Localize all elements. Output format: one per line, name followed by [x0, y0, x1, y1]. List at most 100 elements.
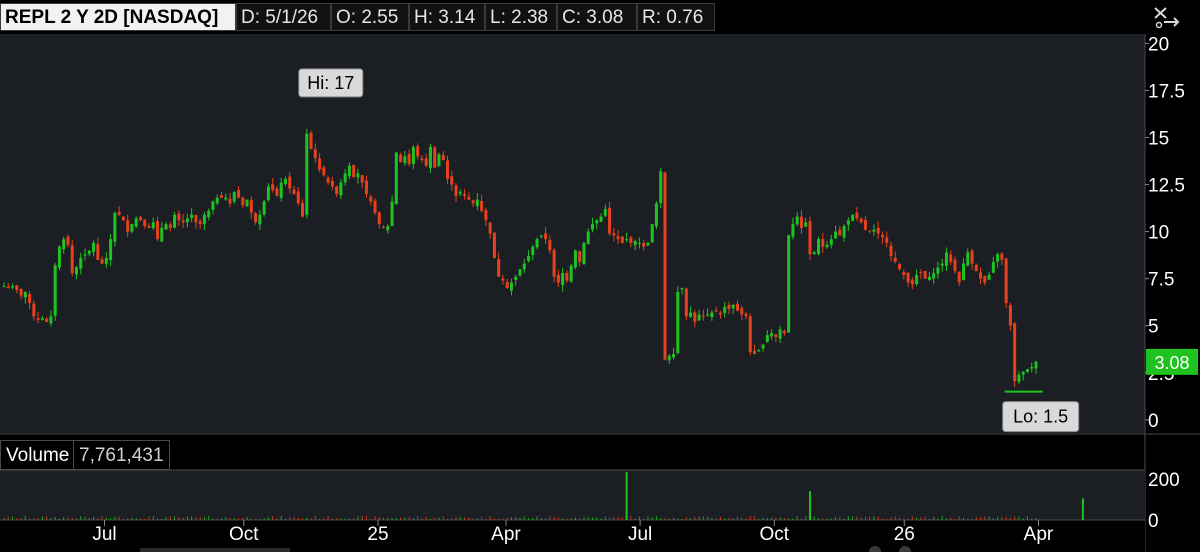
candle-body [32, 303, 36, 317]
volume-bar [788, 518, 790, 520]
candle-body [79, 257, 83, 269]
candle-body [147, 226, 151, 228]
volume-bar [545, 518, 547, 520]
candle-body [501, 278, 505, 281]
candle-body [561, 273, 565, 286]
horizontal-scrollbar[interactable] [140, 548, 290, 552]
time-tick-label: Oct [759, 524, 789, 545]
volume-bar [681, 518, 683, 520]
candle-body [637, 242, 641, 244]
candle-body [996, 254, 1000, 262]
price-chart[interactable]: 2017.51512.5107.552.50 JulOct25AprJulOct… [0, 0, 1200, 552]
volume-bar [954, 518, 956, 520]
high-callout-label: Hi: 17 [307, 73, 354, 93]
candle-body [92, 242, 96, 253]
volume-bar [783, 518, 785, 520]
candle-body [642, 243, 646, 247]
volume-bar [660, 517, 662, 520]
volume-bar [216, 518, 218, 520]
volume-bar [826, 518, 828, 520]
volume-bar [67, 517, 69, 520]
candle-body [254, 213, 258, 223]
volume-bar [609, 517, 611, 520]
volume-bar [50, 518, 52, 520]
candle-body [416, 146, 420, 157]
volume-bar [203, 516, 205, 520]
candle-body [936, 267, 940, 274]
volume-bar [122, 518, 124, 520]
candle-body [143, 219, 147, 226]
price-tick-label: 10 [1148, 223, 1169, 244]
candle-body [488, 222, 492, 234]
volume-bar [383, 518, 385, 520]
candle-body [386, 225, 390, 231]
volume-bar [528, 518, 530, 520]
candle-body [467, 196, 471, 200]
candle-body [87, 250, 91, 254]
volume-bar [621, 517, 623, 520]
candle-body [957, 271, 961, 283]
volume-bar [276, 518, 278, 520]
volume-bar [178, 516, 180, 520]
candle-body [923, 271, 927, 279]
price-tick-label: 20 [1148, 34, 1169, 55]
volume-bar [766, 518, 768, 520]
volume-bar [873, 516, 875, 520]
volume-bar [493, 518, 495, 520]
volume-bar [242, 517, 244, 520]
volume-bar [894, 516, 896, 520]
candle-body [497, 259, 501, 277]
volume-bar [975, 516, 977, 520]
candle-body [279, 182, 283, 198]
candle-body [855, 212, 859, 219]
time-tick-label: 25 [367, 524, 388, 545]
candle-body [782, 330, 786, 334]
candle-body [407, 154, 411, 164]
candle-body [475, 199, 479, 207]
time-tick-label: Oct [229, 524, 259, 545]
candle-body [565, 273, 569, 281]
candle-body [109, 239, 113, 261]
candle-body [1017, 374, 1021, 382]
volume-bar [847, 516, 849, 520]
candle-body [271, 184, 275, 191]
volume-bar [267, 517, 269, 520]
candle-body [731, 305, 735, 309]
candle-body [463, 193, 467, 196]
volume-bar [843, 518, 845, 520]
volume-bar [391, 517, 393, 520]
volume-bar [1031, 518, 1033, 520]
volume-bar [668, 518, 670, 520]
volume-bar [839, 517, 841, 520]
candle-body [343, 173, 347, 183]
volume-bar [941, 516, 943, 520]
volume-bar [310, 518, 312, 520]
volume-bar [365, 516, 367, 520]
candle-body [659, 171, 663, 204]
candle-body [207, 210, 211, 218]
candle-body [898, 264, 902, 270]
volume-bar [570, 518, 572, 520]
candle-body [266, 186, 270, 201]
candle-body [224, 197, 228, 200]
candle-body [292, 189, 296, 194]
candle-body [399, 154, 403, 162]
volume-bar [506, 517, 508, 520]
volume-bar [88, 517, 90, 520]
volume-bar [246, 516, 248, 520]
candle-body [778, 329, 782, 339]
volume-bar [694, 516, 696, 520]
volume-bar [302, 517, 304, 520]
candle-body [880, 235, 884, 238]
candle-body [710, 312, 714, 318]
volume-bar [472, 518, 474, 520]
volume-bar [353, 518, 355, 520]
volume-bar [357, 516, 359, 520]
price-tick-label: 0 [1148, 411, 1159, 432]
volume-bar [80, 516, 82, 520]
volume-bar [225, 516, 227, 520]
volume-bar [344, 518, 346, 520]
candle-body [940, 263, 944, 266]
volume-bar [182, 517, 184, 520]
volume-bar [348, 518, 350, 520]
